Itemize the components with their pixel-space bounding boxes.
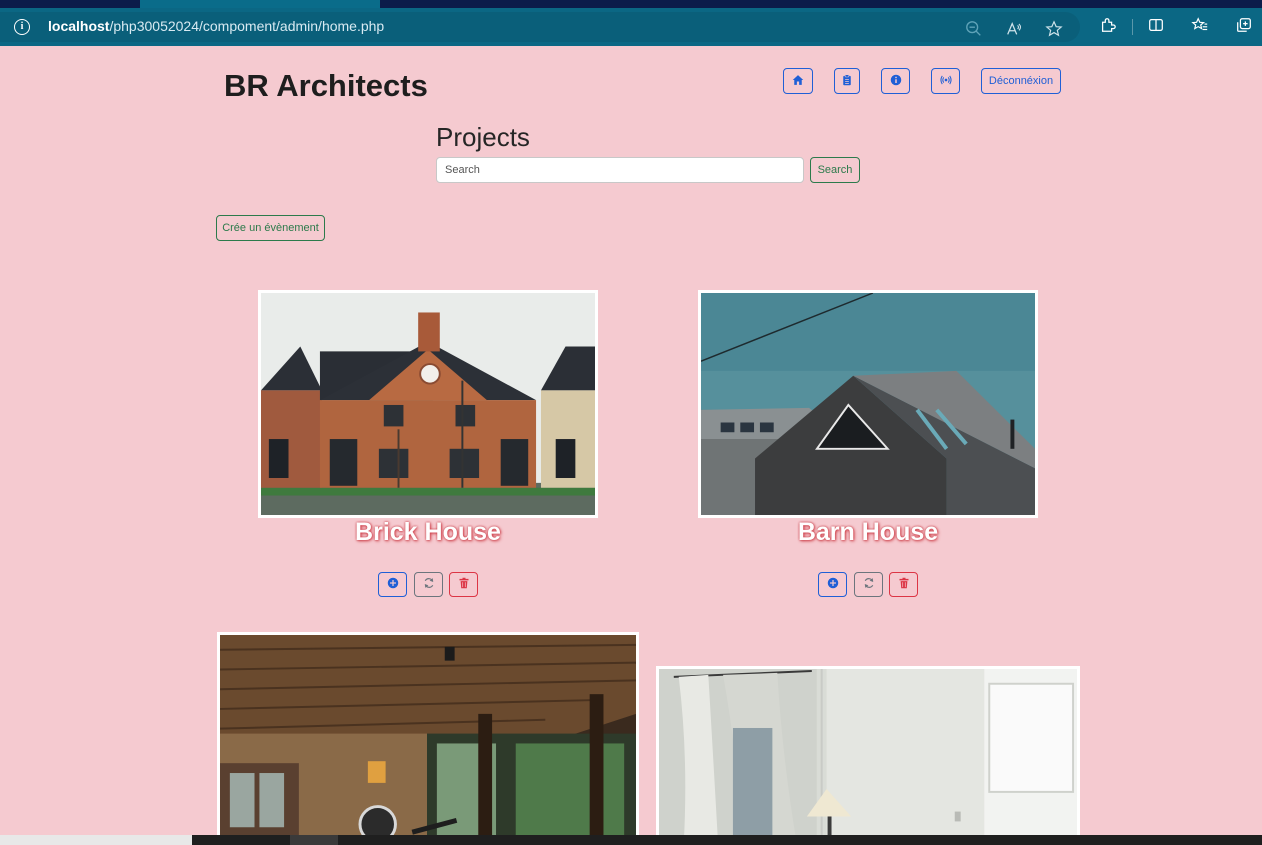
project-title: Brick House xyxy=(355,518,501,546)
view-project-button[interactable] xyxy=(378,572,407,597)
url-path: /php30052024/compoment/admin/home.php xyxy=(109,18,385,34)
read-aloud-icon[interactable] xyxy=(1004,20,1024,40)
taskbar-search-area[interactable] xyxy=(0,835,192,845)
info-icon[interactable]: i xyxy=(14,19,30,35)
brick-house-photo xyxy=(258,290,598,518)
extensions-icon[interactable] xyxy=(1098,16,1118,36)
logout-button[interactable]: Déconnéxion xyxy=(981,68,1061,94)
edit-project-button[interactable] xyxy=(414,572,443,597)
favorites-icon[interactable] xyxy=(1190,16,1210,36)
url-host: localhost xyxy=(48,18,110,34)
plus-circle-icon xyxy=(827,577,839,592)
trash-icon xyxy=(458,577,470,592)
wooden-porch-interior-photo xyxy=(217,632,639,845)
collections-icon[interactable] xyxy=(1234,16,1254,36)
create-event-button[interactable]: Crée un évènement xyxy=(216,215,325,241)
favorite-star-icon[interactable] xyxy=(1044,20,1064,40)
search-input[interactable] xyxy=(436,157,804,183)
taskbar-active-app[interactable] xyxy=(290,835,338,845)
browser-active-tab[interactable] xyxy=(140,0,380,8)
contact-button[interactable] xyxy=(931,68,960,94)
delete-project-button[interactable] xyxy=(449,572,478,597)
clipboard-icon xyxy=(841,73,853,89)
white-room-curtains-photo xyxy=(656,666,1080,845)
edit-project-button[interactable] xyxy=(854,572,883,597)
url-text[interactable]: localhost/php30052024/compoment/admin/ho… xyxy=(48,18,384,34)
brand-title: BR Architects xyxy=(224,68,428,103)
refresh-icon xyxy=(423,577,435,592)
search-button[interactable]: Search xyxy=(810,157,860,183)
barn-house-photo xyxy=(698,290,1038,518)
broadcast-icon xyxy=(939,74,952,89)
os-taskbar xyxy=(0,835,1262,845)
projects-list-button[interactable] xyxy=(834,68,860,94)
address-bar[interactable]: i localhost/php30052024/compoment/admin/… xyxy=(0,12,1080,42)
toolbar-separator xyxy=(1132,19,1133,35)
plus-circle-icon xyxy=(387,577,399,592)
browser-tab-strip xyxy=(0,0,1262,8)
page-title: Projects xyxy=(436,122,530,152)
refresh-icon xyxy=(863,577,875,592)
browser-toolbar: i localhost/php30052024/compoment/admin/… xyxy=(0,8,1262,46)
delete-project-button[interactable] xyxy=(889,572,918,597)
zoom-out-icon[interactable] xyxy=(964,20,984,40)
home-icon xyxy=(792,74,804,89)
home-button[interactable] xyxy=(783,68,813,94)
info-circle-icon xyxy=(890,74,902,89)
about-button[interactable] xyxy=(881,68,910,94)
project-title: Barn House xyxy=(797,518,939,546)
split-screen-icon[interactable] xyxy=(1146,16,1166,36)
view-project-button[interactable] xyxy=(818,572,847,597)
trash-icon xyxy=(898,577,910,592)
